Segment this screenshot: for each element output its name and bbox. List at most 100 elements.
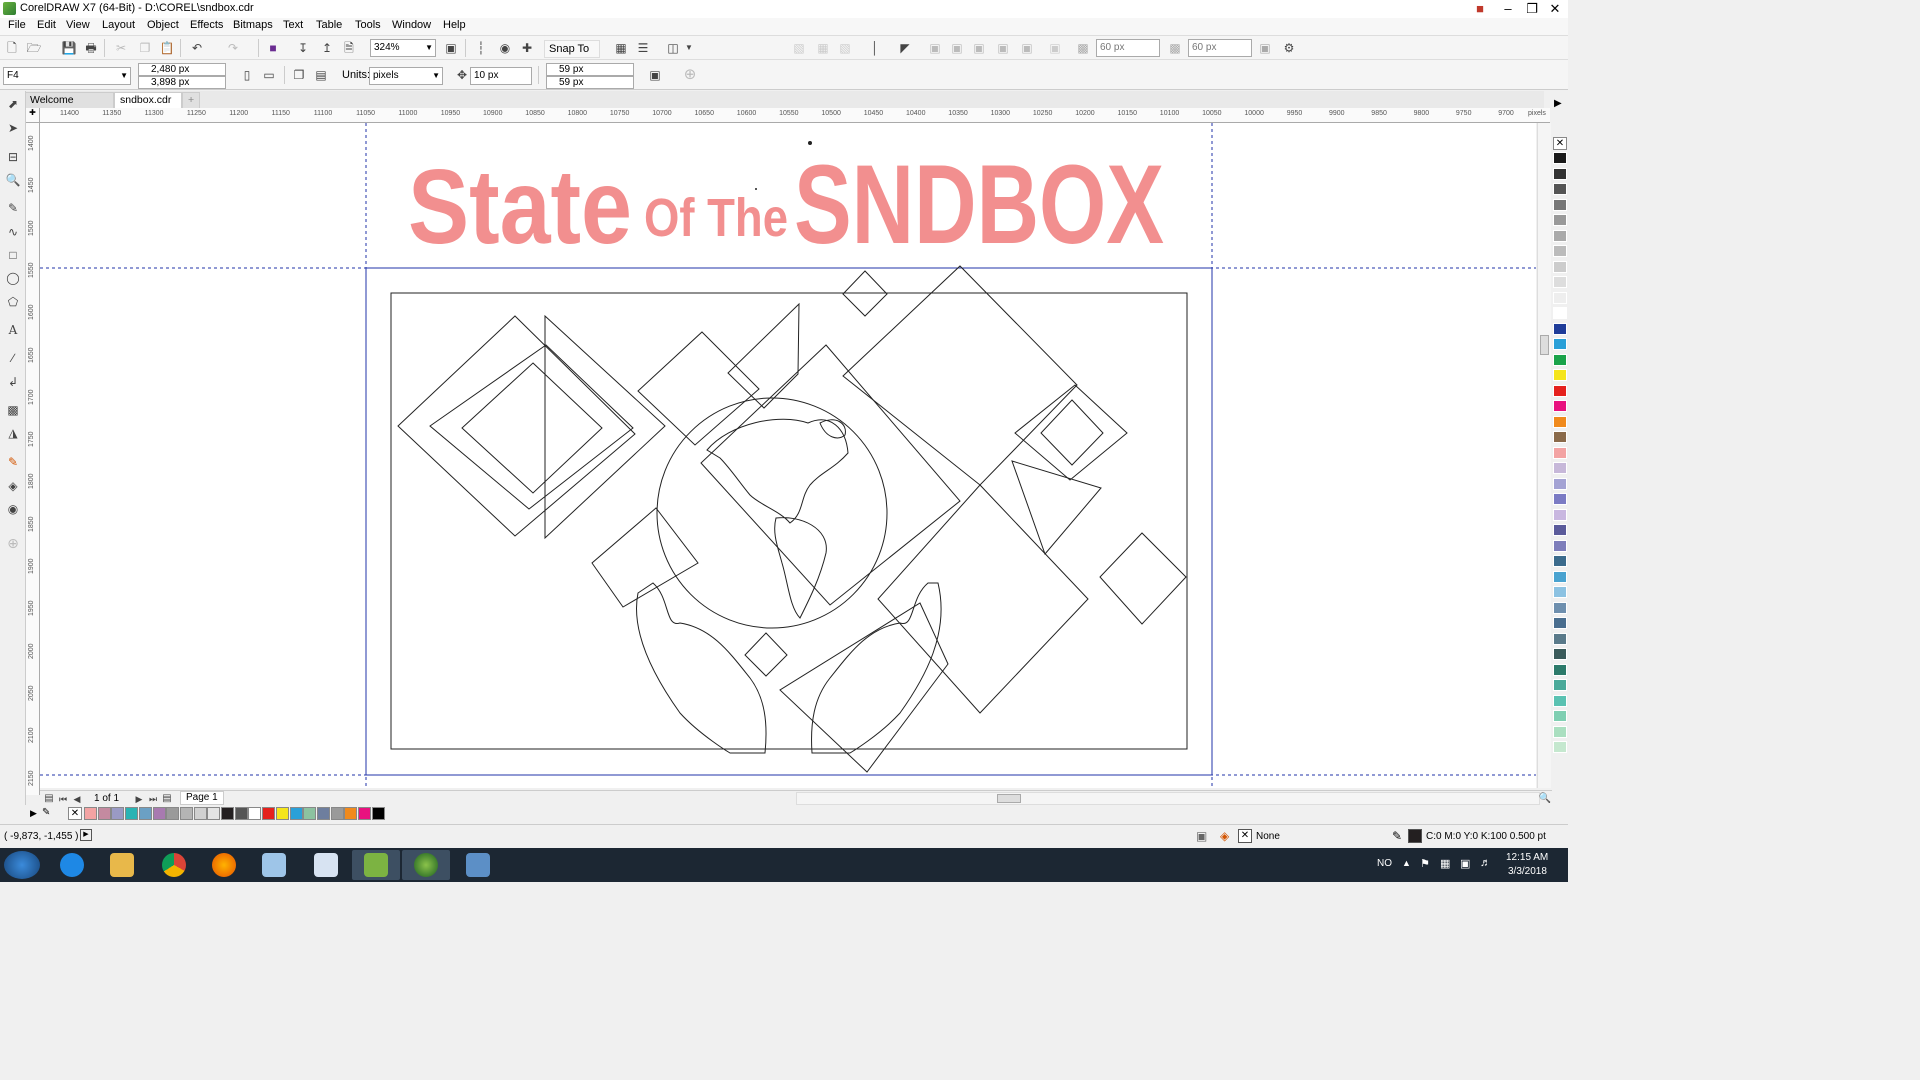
palette-swatch[interactable]	[1553, 508, 1567, 521]
tray-up-icon[interactable]: ▲	[1402, 858, 1411, 868]
document-palette-swatch[interactable]	[248, 807, 262, 820]
palette-swatch[interactable]	[1553, 493, 1567, 505]
current-page-icon[interactable]: ▤	[312, 66, 330, 84]
palette-swatch[interactable]	[1553, 446, 1567, 459]
all-pages-icon[interactable]: ❐	[290, 66, 308, 84]
chevron-right-icon[interactable]: ▶	[1554, 98, 1562, 109]
palette-swatch[interactable]	[1553, 152, 1567, 164]
polygon-tool-icon[interactable]: ⬠	[4, 293, 22, 311]
taskbar-corel-photo[interactable]	[402, 850, 450, 880]
menu-object[interactable]: Object	[145, 19, 181, 31]
palette-swatch[interactable]	[1553, 462, 1567, 474]
save-icon[interactable]: 💾	[60, 39, 78, 57]
outline-swatch[interactable]	[1408, 829, 1422, 843]
zoom-tool-icon[interactable]: 🔍	[4, 171, 22, 189]
document-palette-swatch[interactable]	[84, 807, 97, 820]
palette-swatch[interactable]	[1553, 198, 1567, 211]
menu-help[interactable]: Help	[441, 19, 468, 31]
vertical-ruler[interactable]: 1400 1450 1500 1550 1600 1650 1700 1750 1800 1850…	[26, 123, 40, 795]
input-language[interactable]: NO	[1377, 858, 1392, 869]
taskbar-app9[interactable]	[454, 850, 502, 880]
duplicate-x-field[interactable]: 59 px	[546, 63, 634, 76]
document-palette-swatch[interactable]	[234, 807, 248, 820]
document-palette-swatch[interactable]	[371, 807, 385, 820]
document-palette-swatch[interactable]	[111, 807, 125, 820]
snap-to-dropdown[interactable]: Snap To ▼	[544, 40, 600, 70]
palette-swatch[interactable]	[1553, 477, 1567, 490]
menu-window[interactable]: Window	[390, 19, 433, 31]
new-tab-plus-icon[interactable]: +	[182, 92, 200, 108]
tab-sndbox-cdr[interactable]: sndbox.cdr	[114, 92, 182, 108]
palette-swatch[interactable]	[1553, 679, 1567, 691]
drawing-canvas[interactable]: State Of The SNDBOX	[40, 123, 1536, 788]
document-palette-swatch[interactable]	[138, 807, 152, 820]
dimension-tool-icon[interactable]: ∕	[4, 349, 22, 367]
import-icon[interactable]: ↧	[294, 39, 312, 57]
crop-tool-icon[interactable]: ⊟	[4, 148, 22, 166]
page-tab[interactable]: Page 1	[180, 791, 224, 805]
document-palette-swatch[interactable]	[358, 807, 371, 820]
artwork[interactable]: State Of The SNDBOX	[40, 123, 1536, 788]
vertical-scrollbar[interactable]	[1537, 123, 1551, 788]
options-icon[interactable]: ▦	[612, 39, 630, 57]
minimize-button[interactable]: –	[1496, 0, 1520, 18]
page-width-field[interactable]: 2,480 px	[138, 63, 226, 76]
document-palette-swatch[interactable]	[344, 807, 358, 820]
ruler-origin-icon[interactable]: ✚	[26, 108, 40, 123]
menu-table[interactable]: Table	[314, 19, 344, 31]
taskbar-explorer[interactable]	[98, 850, 146, 880]
no-color-swatch[interactable]: ✕	[68, 807, 82, 820]
palette-swatch[interactable]	[1553, 570, 1567, 583]
palette-swatch[interactable]	[1553, 384, 1567, 397]
palette-swatch[interactable]	[1553, 539, 1567, 552]
publish-pdf-icon[interactable]: 🗎	[340, 39, 358, 57]
page-height-field[interactable]: 3,898 px	[138, 76, 226, 89]
palette-swatch[interactable]	[1553, 229, 1567, 242]
status-arrow-icon[interactable]: ▶	[80, 829, 92, 841]
show-rulers-icon[interactable]: ┆	[472, 39, 490, 57]
palette-swatch[interactable]	[1553, 214, 1567, 226]
show-grid-icon[interactable]: ◉	[496, 39, 514, 57]
corel-connect-icon[interactable]: ■	[264, 39, 282, 57]
no-color-swatch[interactable]: ✕	[1553, 137, 1567, 150]
menu-file[interactable]: File	[6, 19, 28, 31]
show-guidelines-icon[interactable]: ✚	[518, 39, 536, 57]
document-palette-swatch[interactable]	[179, 807, 193, 820]
start-button[interactable]	[4, 851, 40, 879]
palette-swatch[interactable]	[1553, 601, 1567, 614]
volume-icon[interactable]: ♬	[1480, 857, 1491, 869]
interactive-fill-icon[interactable]: ◈	[4, 477, 22, 495]
page-size-select[interactable]: F4 ▼	[3, 67, 131, 85]
artistic-media-icon[interactable]: ∿	[4, 223, 22, 241]
menu-tools[interactable]: Tools	[353, 19, 383, 31]
document-palette-swatch[interactable]	[303, 807, 317, 820]
restore-button[interactable]: ❐	[1520, 0, 1544, 18]
scroll-thumb[interactable]	[1540, 335, 1549, 355]
color-proof-icon[interactable]: ▣	[1196, 829, 1207, 843]
duplicate-height-field[interactable]: 60 px	[1188, 39, 1252, 57]
tab-welcome-screen[interactable]: Welcome Screen	[24, 92, 114, 121]
palette-swatch[interactable]	[1553, 555, 1567, 567]
palette-swatch[interactable]	[1553, 260, 1567, 273]
application-launcher-icon[interactable]: ☰	[634, 39, 652, 57]
menu-effects[interactable]: Effects	[188, 19, 225, 31]
transform-icon[interactable]: ◤	[896, 39, 914, 57]
palette-swatch[interactable]	[1553, 322, 1567, 335]
taskbar-ie[interactable]	[48, 850, 96, 880]
tray-flag-icon[interactable]: ⚑	[1420, 857, 1430, 870]
redo-icon[interactable]: ↷	[224, 39, 242, 57]
taskbar-chrome[interactable]	[150, 850, 198, 880]
document-palette-swatch[interactable]	[330, 807, 344, 820]
power-icon[interactable]: ▣	[1460, 857, 1470, 870]
document-palette-swatch[interactable]	[97, 807, 111, 820]
new-document-icon[interactable]: 🗋	[3, 39, 21, 57]
add-plus-icon[interactable]: ⊕	[681, 66, 699, 84]
print-icon[interactable]: 🖶	[82, 39, 100, 57]
transparency-tool-icon[interactable]: ◮	[4, 424, 22, 442]
document-palette-swatch[interactable]	[221, 807, 234, 820]
palette-swatch[interactable]	[1553, 338, 1567, 350]
ellipse-tool-icon[interactable]: ◯	[4, 269, 22, 287]
scroll-thumb[interactable]	[997, 794, 1021, 803]
palette-swatch[interactable]	[1553, 710, 1567, 722]
lock-ratio-icon[interactable]: ▣	[1256, 39, 1274, 57]
